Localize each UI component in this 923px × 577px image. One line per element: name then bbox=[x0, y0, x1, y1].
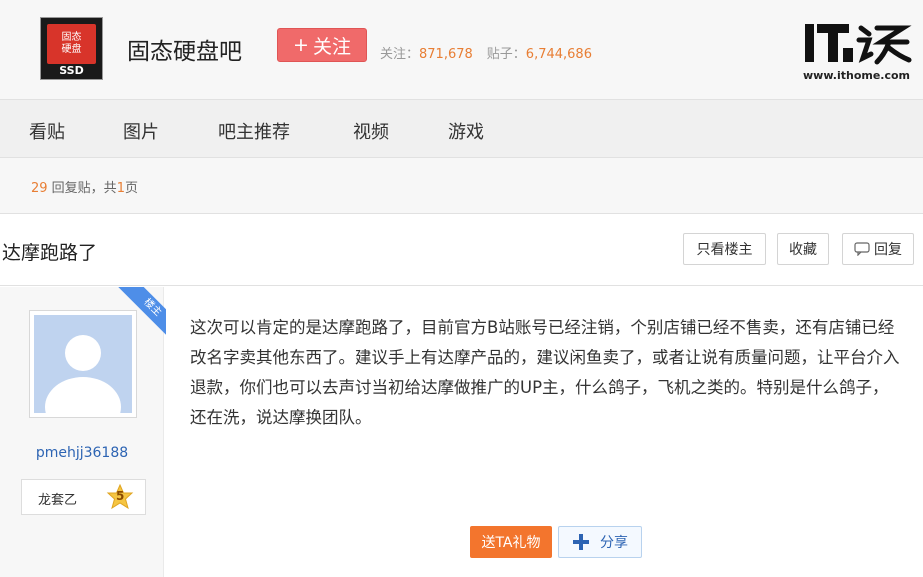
plus-share-icon bbox=[573, 534, 589, 550]
logo-text-top: 固态 bbox=[61, 32, 82, 43]
nav-item-images[interactable]: 图片 bbox=[123, 118, 159, 144]
forum-nav: 看贴 图片 吧主推荐 视频 游戏 bbox=[0, 100, 923, 158]
level-title: 龙套乙 bbox=[38, 493, 78, 508]
logo-text-mid: 硬盘 bbox=[61, 44, 82, 55]
logo-text-bottom: SSD bbox=[59, 64, 84, 77]
follow-label: 关注 bbox=[312, 35, 351, 58]
nav-item-games[interactable]: 游戏 bbox=[448, 118, 484, 144]
page-count: 1 bbox=[116, 181, 125, 196]
nav-item-recommended[interactable]: 吧主推荐 bbox=[218, 118, 290, 144]
forum-stats: 关注：871,678 贴子：6,744,686 bbox=[380, 43, 606, 62]
follow-button[interactable]: + 关注 bbox=[277, 28, 367, 62]
plus-icon: + bbox=[293, 34, 309, 56]
followers-count: 871,678 bbox=[419, 47, 473, 62]
nav-item-videos[interactable]: 视频 bbox=[353, 118, 389, 144]
level-number: 5 bbox=[116, 489, 125, 503]
share-label: 分享 bbox=[600, 535, 628, 551]
thread-title: 达摩跑路了 bbox=[2, 242, 98, 264]
reply-info-bar: 29 回复贴，共1页 bbox=[0, 158, 923, 214]
nav-item-posts[interactable]: 看贴 bbox=[29, 118, 65, 144]
reply-label: 回复 bbox=[874, 242, 902, 258]
share-button[interactable]: 分享 bbox=[558, 526, 642, 558]
forum-logo-mark: 固态 硬盘 bbox=[47, 24, 96, 64]
favorite-button[interactable]: 收藏 bbox=[777, 233, 829, 265]
followers-label: 关注： bbox=[380, 47, 420, 62]
send-gift-button[interactable]: 送TA礼物 bbox=[470, 526, 552, 558]
ithome-url: www.ithome.com bbox=[803, 69, 911, 82]
author-level[interactable]: 龙套乙 5 bbox=[21, 479, 146, 515]
author-username[interactable]: pmehjj36188 bbox=[0, 445, 164, 461]
posts-label: 贴子： bbox=[486, 47, 526, 62]
page-count-suffix: 页 bbox=[124, 181, 138, 196]
post-content: 这次可以肯定的是达摩跑路了，目前官方B站账号已经注销，个别店铺已经不售卖，还有店… bbox=[190, 318, 900, 427]
thread-title-bar: 达摩跑路了 只看楼主 收藏 回复 bbox=[0, 214, 923, 286]
reply-button[interactable]: 回复 bbox=[842, 233, 914, 265]
forum-logo[interactable]: 固态 硬盘 SSD bbox=[40, 17, 103, 80]
ithome-logo-icon bbox=[805, 24, 912, 65]
reply-count-suffix: 回复贴，共 bbox=[47, 181, 117, 196]
floor-owner-corner: 楼主 bbox=[118, 287, 166, 335]
only-owner-button[interactable]: 只看楼主 bbox=[683, 233, 766, 265]
forum-header: 固态 硬盘 SSD 固态硬盘吧 + 关注 关注：871,678 贴子：6,744,… bbox=[0, 0, 923, 100]
posts-count: 6,744,686 bbox=[525, 47, 592, 62]
reply-info: 29 回复贴，共1页 bbox=[31, 177, 138, 196]
forum-name[interactable]: 固态硬盘吧 bbox=[127, 32, 242, 66]
floor-owner-label: 楼主 bbox=[118, 287, 166, 335]
reply-count: 29 bbox=[31, 181, 48, 196]
comment-icon bbox=[854, 242, 870, 256]
